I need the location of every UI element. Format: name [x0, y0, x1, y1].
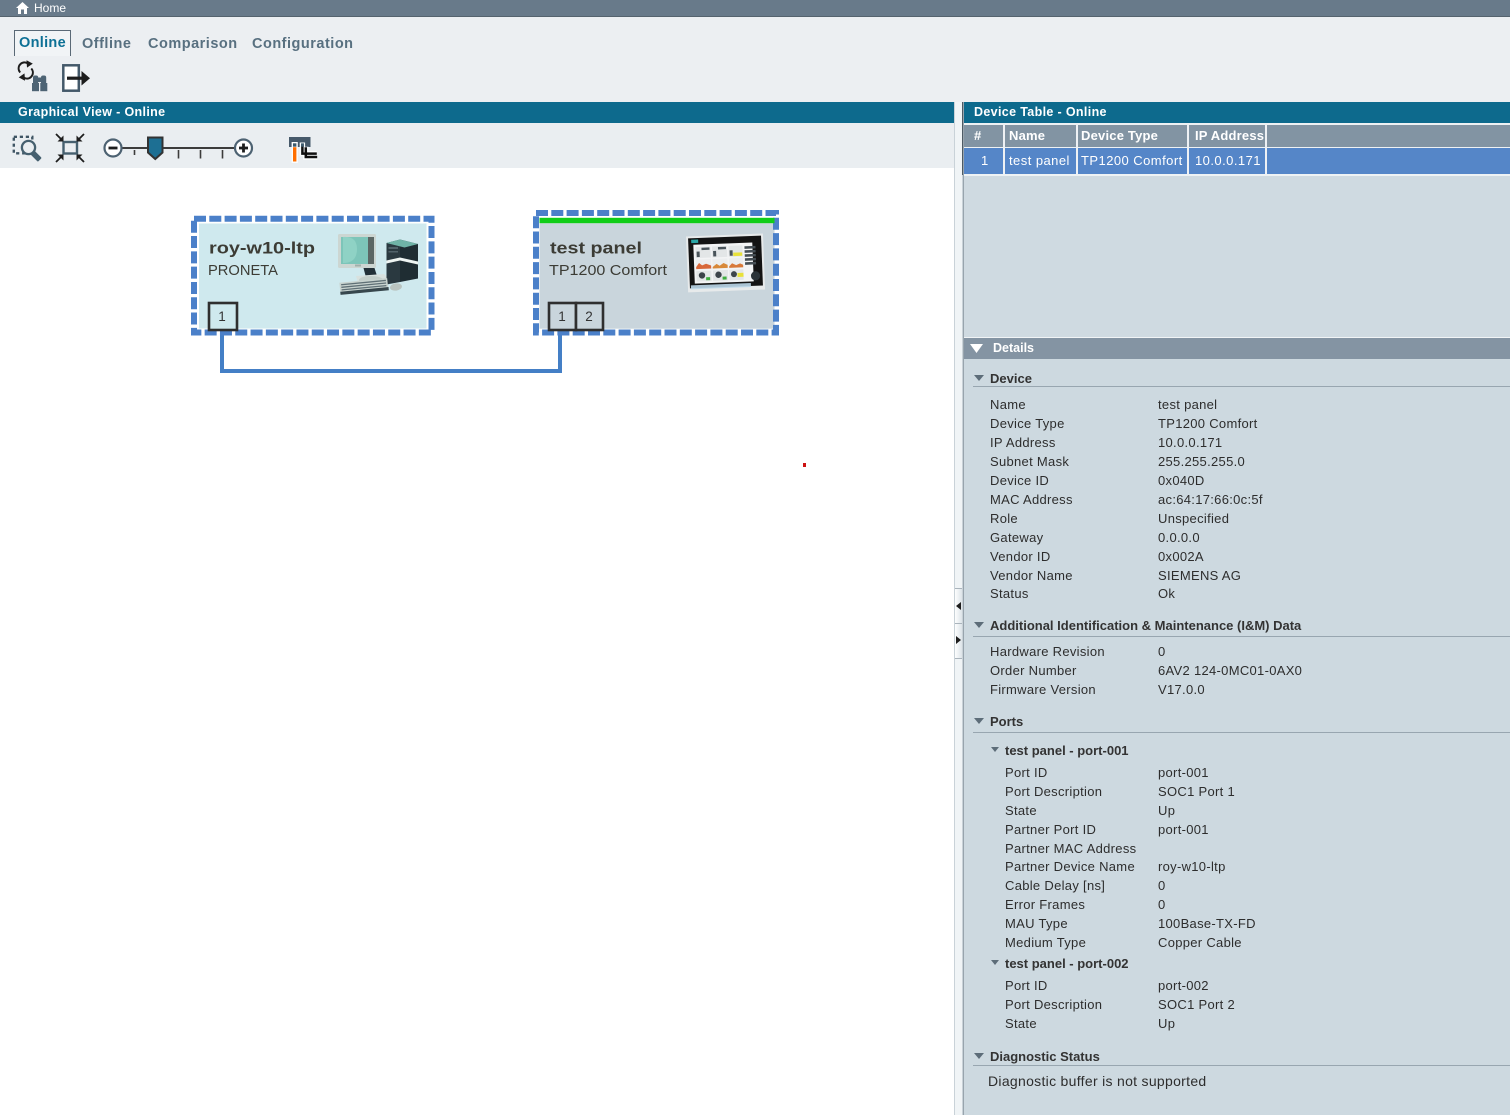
svg-text:1: 1: [218, 309, 226, 324]
svg-text:2: 2: [585, 309, 593, 324]
svg-text:PRONETA: PRONETA: [208, 263, 278, 279]
svg-text:TP1200 Comfort: TP1200 Comfort: [549, 263, 667, 279]
svg-text:1: 1: [558, 309, 566, 324]
svg-text:roy-w10-ltp: roy-w10-ltp: [209, 240, 315, 258]
svg-text:test panel: test panel: [550, 240, 642, 258]
